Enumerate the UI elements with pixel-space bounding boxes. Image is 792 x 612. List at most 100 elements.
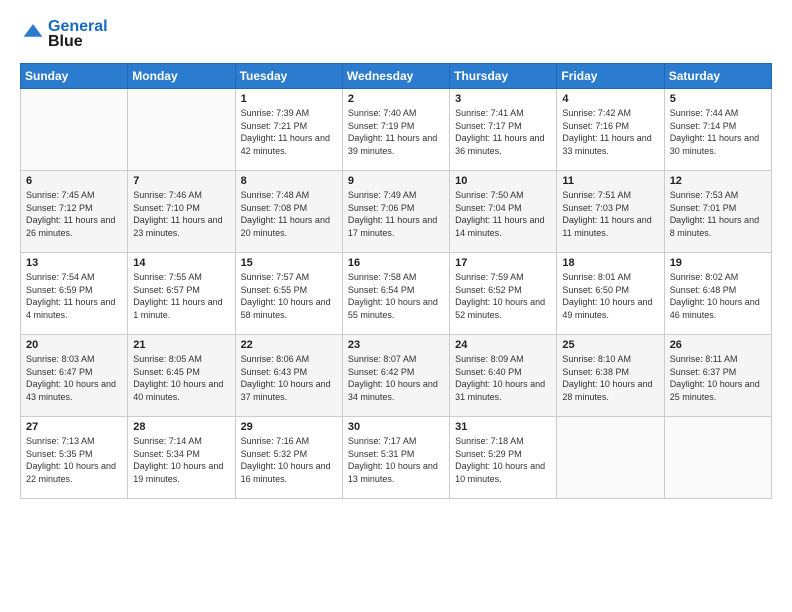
day-number: 18 bbox=[562, 257, 658, 269]
weekday-header: Wednesday bbox=[342, 64, 449, 89]
day-number: 15 bbox=[241, 257, 337, 269]
day-number: 26 bbox=[670, 339, 766, 351]
calendar-cell bbox=[557, 417, 664, 499]
day-info: Sunrise: 7:16 AMSunset: 5:32 PMDaylight:… bbox=[241, 435, 337, 485]
calendar-cell: 22Sunrise: 8:06 AMSunset: 6:43 PMDayligh… bbox=[235, 335, 342, 417]
day-number: 12 bbox=[670, 175, 766, 187]
day-number: 31 bbox=[455, 421, 551, 433]
day-number: 9 bbox=[348, 175, 444, 187]
day-number: 6 bbox=[26, 175, 122, 187]
day-number: 11 bbox=[562, 175, 658, 187]
day-info: Sunrise: 7:53 AMSunset: 7:01 PMDaylight:… bbox=[670, 189, 766, 239]
calendar-week: 20 Sunrise: 8:03 AMSunset: 6:47 PMDayligh… bbox=[21, 335, 772, 417]
calendar-cell: 24 Sunrise: 8:09 AMSunset: 6:40 PMDayligh… bbox=[450, 335, 557, 417]
calendar-week: 1Sunrise: 7:39 AMSunset: 7:21 PMDaylight… bbox=[21, 89, 772, 171]
calendar-cell: 9 Sunrise: 7:49 AMSunset: 7:06 PMDaylight… bbox=[342, 171, 449, 253]
day-info: Sunrise: 7:17 AMSunset: 5:31 PMDaylight:… bbox=[348, 435, 444, 485]
day-info: Sunrise: 7:58 AMSunset: 6:54 PMDaylight:… bbox=[348, 271, 444, 321]
day-info: Sunrise: 7:42 AMSunset: 7:16 PMDaylight:… bbox=[562, 107, 658, 157]
day-number: 3 bbox=[455, 93, 551, 105]
calendar-cell: 4 Sunrise: 7:42 AMSunset: 7:16 PMDaylight… bbox=[557, 89, 664, 171]
calendar-cell: 15 Sunrise: 7:57 AMSunset: 6:55 PMDayligh… bbox=[235, 253, 342, 335]
calendar-cell bbox=[128, 89, 235, 171]
calendar-cell: 5 Sunrise: 7:44 AMSunset: 7:14 PMDaylight… bbox=[664, 89, 771, 171]
calendar-week: 27 Sunrise: 7:13 AMSunset: 5:35 PMDayligh… bbox=[21, 417, 772, 499]
calendar-cell: 1Sunrise: 7:39 AMSunset: 7:21 PMDaylight… bbox=[235, 89, 342, 171]
day-info: Sunrise: 7:46 AMSunset: 7:10 PMDaylight:… bbox=[133, 189, 229, 239]
day-number: 2 bbox=[348, 93, 444, 105]
calendar-cell: 10Sunrise: 7:50 AMSunset: 7:04 PMDayligh… bbox=[450, 171, 557, 253]
calendar-cell: 18 Sunrise: 8:01 AMSunset: 6:50 PMDayligh… bbox=[557, 253, 664, 335]
logo: General Blue bbox=[20, 18, 108, 51]
calendar-cell: 7 Sunrise: 7:46 AMSunset: 7:10 PMDaylight… bbox=[128, 171, 235, 253]
day-number: 25 bbox=[562, 339, 658, 351]
header-row: SundayMondayTuesdayWednesdayThursdayFrid… bbox=[21, 64, 772, 89]
weekday-header: Tuesday bbox=[235, 64, 342, 89]
header: General Blue bbox=[20, 18, 772, 51]
calendar-week: 6 Sunrise: 7:45 AMSunset: 7:12 PMDaylight… bbox=[21, 171, 772, 253]
day-number: 13 bbox=[26, 257, 122, 269]
day-number: 16 bbox=[348, 257, 444, 269]
weekday-header: Saturday bbox=[664, 64, 771, 89]
calendar-cell: 31Sunrise: 7:18 AMSunset: 5:29 PMDayligh… bbox=[450, 417, 557, 499]
day-info: Sunrise: 8:09 AMSunset: 6:40 PMDaylight:… bbox=[455, 353, 551, 403]
day-info: Sunrise: 8:07 AMSunset: 6:42 PMDaylight:… bbox=[348, 353, 444, 403]
calendar-cell: 17 Sunrise: 7:59 AMSunset: 6:52 PMDayligh… bbox=[450, 253, 557, 335]
day-number: 7 bbox=[133, 175, 229, 187]
calendar-cell: 6 Sunrise: 7:45 AMSunset: 7:12 PMDaylight… bbox=[21, 171, 128, 253]
day-number: 19 bbox=[670, 257, 766, 269]
day-info: Sunrise: 8:06 AMSunset: 6:43 PMDaylight:… bbox=[241, 353, 337, 403]
day-number: 30 bbox=[348, 421, 444, 433]
weekday-header: Friday bbox=[557, 64, 664, 89]
calendar-cell bbox=[21, 89, 128, 171]
calendar-cell: 21 Sunrise: 8:05 AMSunset: 6:45 PMDayligh… bbox=[128, 335, 235, 417]
calendar-week: 13 Sunrise: 7:54 AMSunset: 6:59 PMDayligh… bbox=[21, 253, 772, 335]
calendar-cell: 2 Sunrise: 7:40 AMSunset: 7:19 PMDaylight… bbox=[342, 89, 449, 171]
day-info: Sunrise: 7:55 AMSunset: 6:57 PMDaylight:… bbox=[133, 271, 229, 321]
day-info: Sunrise: 7:48 AMSunset: 7:08 PMDaylight:… bbox=[241, 189, 337, 239]
day-info: Sunrise: 8:05 AMSunset: 6:45 PMDaylight:… bbox=[133, 353, 229, 403]
weekday-header: Thursday bbox=[450, 64, 557, 89]
day-number: 8 bbox=[241, 175, 337, 187]
calendar-cell: 11 Sunrise: 7:51 AMSunset: 7:03 PMDayligh… bbox=[557, 171, 664, 253]
weekday-header: Sunday bbox=[21, 64, 128, 89]
day-info: Sunrise: 7:13 AMSunset: 5:35 PMDaylight:… bbox=[26, 435, 122, 485]
day-info: Sunrise: 7:59 AMSunset: 6:52 PMDaylight:… bbox=[455, 271, 551, 321]
day-info: Sunrise: 8:11 AMSunset: 6:37 PMDaylight:… bbox=[670, 353, 766, 403]
day-info: Sunrise: 7:40 AMSunset: 7:19 PMDaylight:… bbox=[348, 107, 444, 157]
day-info: Sunrise: 8:03 AMSunset: 6:47 PMDaylight:… bbox=[26, 353, 122, 403]
day-number: 17 bbox=[455, 257, 551, 269]
page: General Blue SundayMondayTuesdayWednesda… bbox=[0, 0, 792, 509]
day-info: Sunrise: 8:01 AMSunset: 6:50 PMDaylight:… bbox=[562, 271, 658, 321]
day-info: Sunrise: 8:02 AMSunset: 6:48 PMDaylight:… bbox=[670, 271, 766, 321]
day-number: 27 bbox=[26, 421, 122, 433]
day-info: Sunrise: 7:49 AMSunset: 7:06 PMDaylight:… bbox=[348, 189, 444, 239]
day-number: 20 bbox=[26, 339, 122, 351]
calendar-cell: 20 Sunrise: 8:03 AMSunset: 6:47 PMDayligh… bbox=[21, 335, 128, 417]
calendar-cell: 16 Sunrise: 7:58 AMSunset: 6:54 PMDayligh… bbox=[342, 253, 449, 335]
day-number: 29 bbox=[241, 421, 337, 433]
day-number: 21 bbox=[133, 339, 229, 351]
calendar-cell: 13 Sunrise: 7:54 AMSunset: 6:59 PMDayligh… bbox=[21, 253, 128, 335]
calendar-cell: 19 Sunrise: 8:02 AMSunset: 6:48 PMDayligh… bbox=[664, 253, 771, 335]
day-info: Sunrise: 7:57 AMSunset: 6:55 PMDaylight:… bbox=[241, 271, 337, 321]
day-number: 28 bbox=[133, 421, 229, 433]
day-info: Sunrise: 7:54 AMSunset: 6:59 PMDaylight:… bbox=[26, 271, 122, 321]
day-number: 23 bbox=[348, 339, 444, 351]
day-info: Sunrise: 8:10 AMSunset: 6:38 PMDaylight:… bbox=[562, 353, 658, 403]
day-number: 24 bbox=[455, 339, 551, 351]
day-info: Sunrise: 7:39 AMSunset: 7:21 PMDaylight:… bbox=[241, 107, 337, 157]
day-info: Sunrise: 7:44 AMSunset: 7:14 PMDaylight:… bbox=[670, 107, 766, 157]
calendar-cell: 28 Sunrise: 7:14 AMSunset: 5:34 PMDayligh… bbox=[128, 417, 235, 499]
day-info: Sunrise: 7:45 AMSunset: 7:12 PMDaylight:… bbox=[26, 189, 122, 239]
calendar-cell: 8 Sunrise: 7:48 AMSunset: 7:08 PMDaylight… bbox=[235, 171, 342, 253]
day-info: Sunrise: 7:14 AMSunset: 5:34 PMDaylight:… bbox=[133, 435, 229, 485]
calendar-cell: 29 Sunrise: 7:16 AMSunset: 5:32 PMDayligh… bbox=[235, 417, 342, 499]
day-number: 5 bbox=[670, 93, 766, 105]
day-number: 4 bbox=[562, 93, 658, 105]
day-number: 10 bbox=[455, 175, 551, 187]
day-info: Sunrise: 7:51 AMSunset: 7:03 PMDaylight:… bbox=[562, 189, 658, 239]
calendar-cell: 26 Sunrise: 8:11 AMSunset: 6:37 PMDayligh… bbox=[664, 335, 771, 417]
calendar-cell: 12 Sunrise: 7:53 AMSunset: 7:01 PMDayligh… bbox=[664, 171, 771, 253]
calendar-table: SundayMondayTuesdayWednesdayThursdayFrid… bbox=[20, 63, 772, 499]
